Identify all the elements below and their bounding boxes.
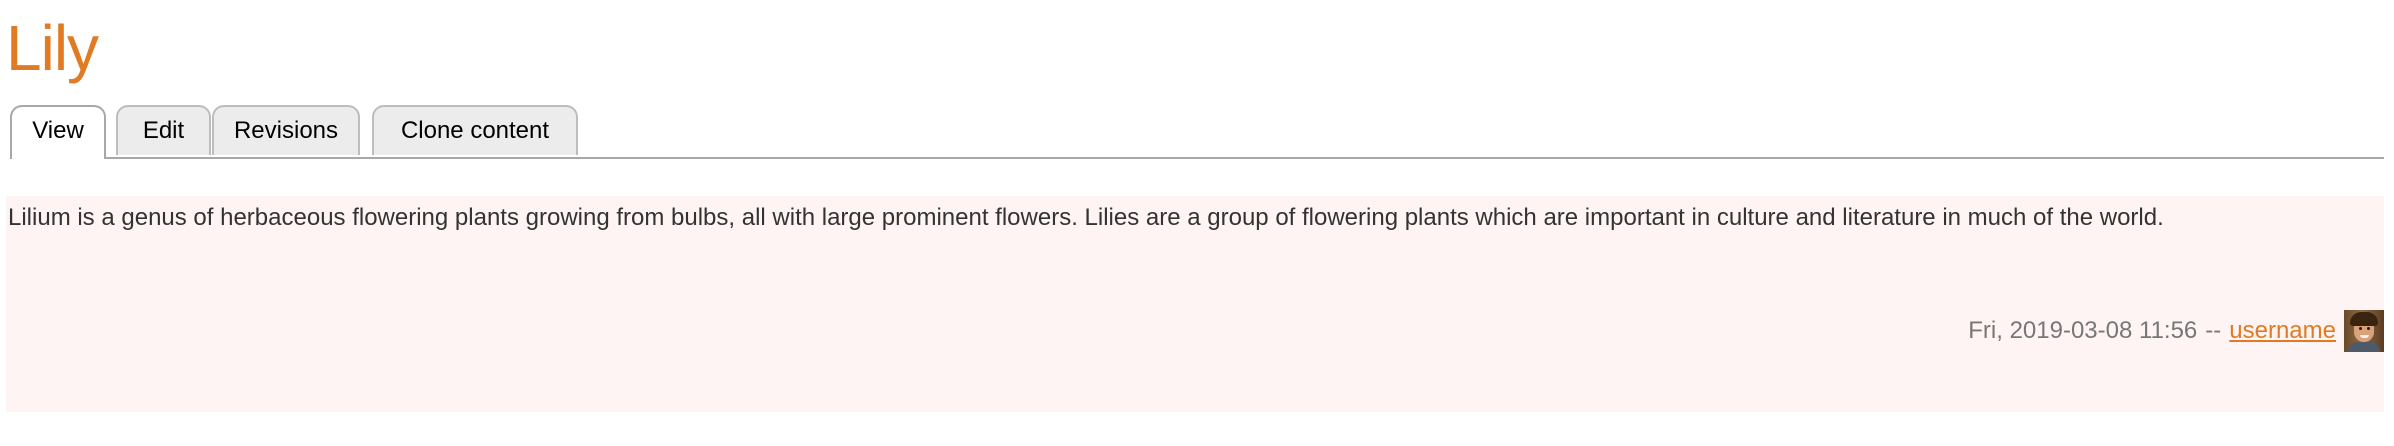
node-body: Lilium is a genus of herbaceous flowerin… — [8, 204, 2164, 231]
submitted-separator: -- — [2205, 317, 2222, 344]
submitted-info: Fri, 2019-03-08 11:56 -- username — [1968, 310, 2384, 352]
user-avatar-icon[interactable] — [2344, 310, 2384, 352]
tab-revisions[interactable]: Revisions — [212, 105, 360, 155]
page-title: Lily — [6, 12, 99, 84]
page: Lily View Edit Revisions Clone content L… — [0, 0, 2394, 446]
tab-view[interactable]: View — [10, 105, 106, 159]
tab-edit[interactable]: Edit — [116, 105, 211, 155]
author-link[interactable]: username — [2229, 317, 2336, 345]
tab-clone-content[interactable]: Clone content — [372, 105, 578, 155]
submitted-date: Fri, 2019-03-08 11:56 — [1968, 317, 2198, 344]
node-content: Lilium is a genus of herbaceous flowerin… — [6, 196, 2384, 412]
local-tabs: View Edit Revisions Clone content — [10, 105, 2384, 159]
